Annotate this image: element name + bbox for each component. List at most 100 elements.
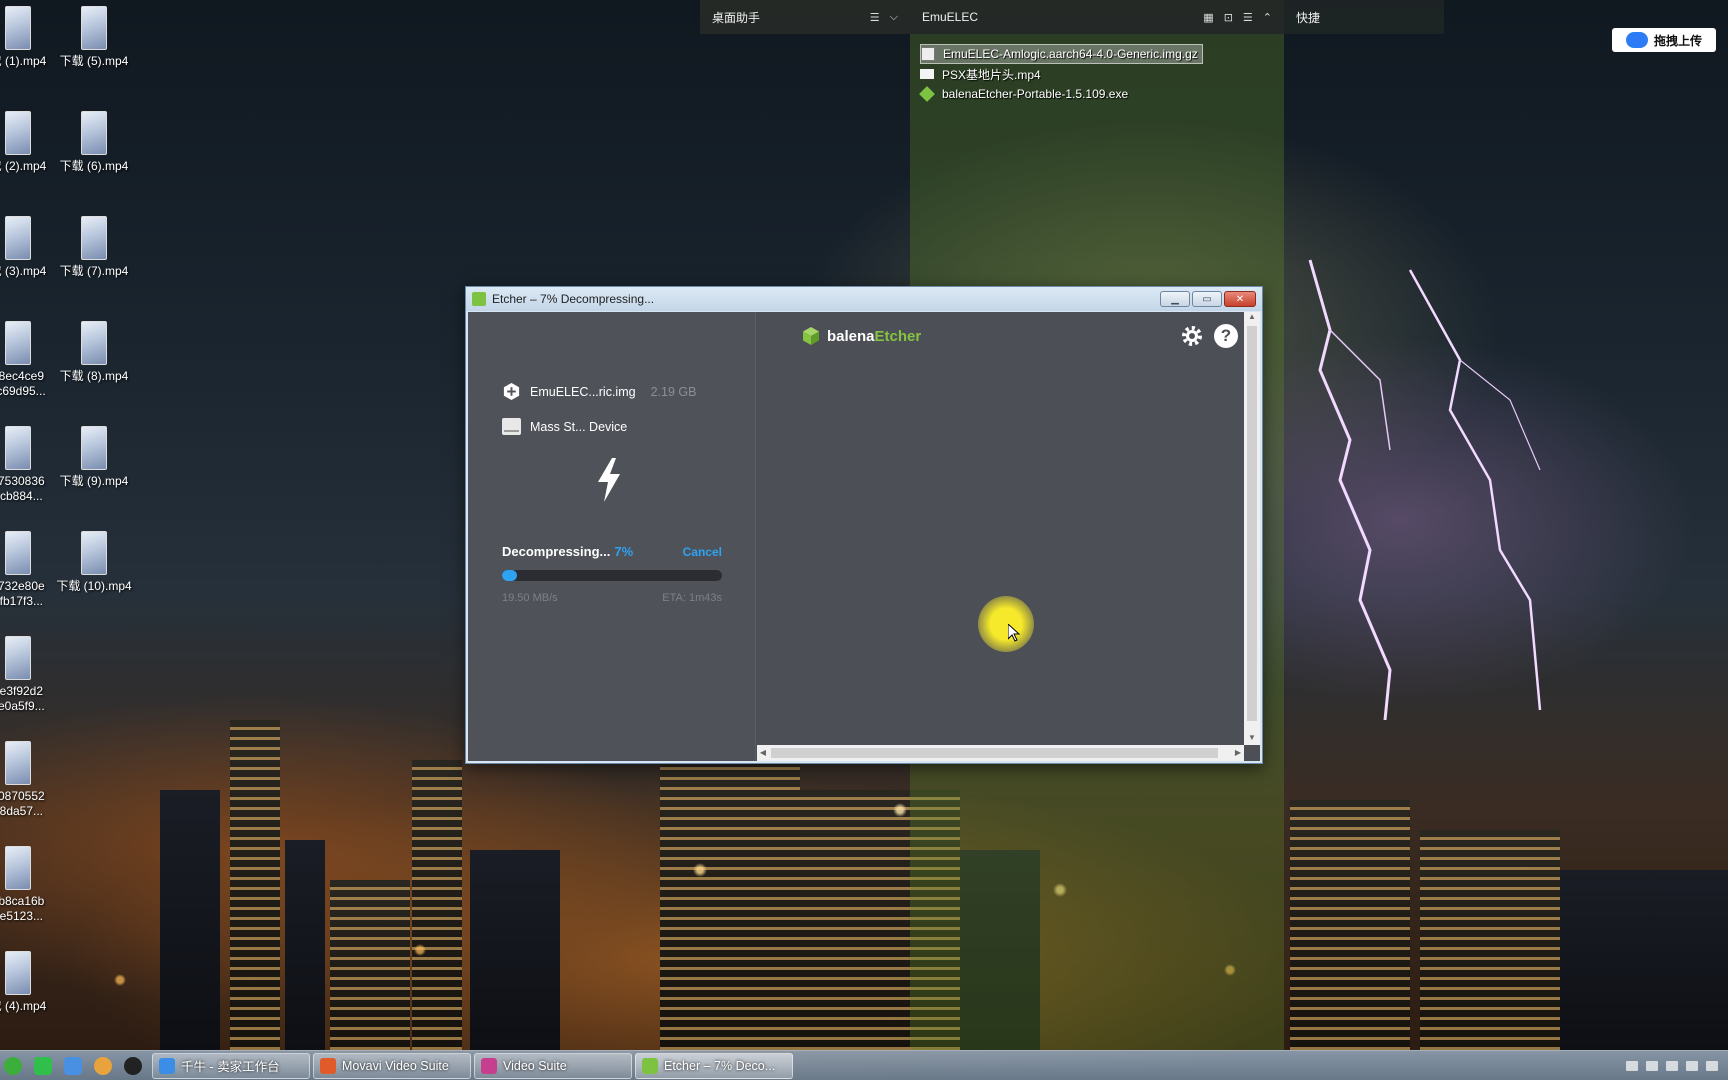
video-thumbnail-icon <box>5 741 31 785</box>
progress-footer: 19.50 MB/s ETA: 1m43s <box>502 592 722 604</box>
taskbar-task-button[interactable]: Movavi Video Suite <box>313 1052 471 1079</box>
upload-label: 拖拽上传 <box>1653 33 1702 48</box>
video-thumbnail-icon <box>81 111 107 155</box>
video-thumbnail-icon <box>5 846 31 890</box>
tray-grip-icon[interactable] <box>1626 1060 1638 1071</box>
help-icon[interactable]: ? <box>1214 324 1238 348</box>
drive-icon <box>502 418 521 435</box>
desktop-file-icon[interactable]: d8ec4ce9 cc69d95... <box>0 321 56 399</box>
etcher-window[interactable]: Etcher – 7% Decompressing... ▁ ▭ ✕ EmuEL… <box>465 286 1263 764</box>
maximize-button[interactable]: ▭ <box>1192 291 1222 307</box>
source-image-name: EmuELEC...ric.img <box>530 384 636 399</box>
browser-icon[interactable] <box>94 1056 112 1075</box>
desktop-file-label: 2b8ca16b de5123... <box>0 894 45 923</box>
task-label: Movavi Video Suite <box>342 1058 449 1073</box>
progress-header: Decompressing... 7% Cancel <box>502 544 722 559</box>
scroll-right-arrow[interactable]: ▶ <box>1232 745 1244 761</box>
video-thumbnail-icon <box>81 531 107 575</box>
desktop-file-icon[interactable]: d7530836 ecb884... <box>0 426 56 504</box>
progress-bar <box>502 570 722 581</box>
grid-view-icon[interactable]: ▦ <box>1203 11 1213 24</box>
etcher-flash-panel: EmuELEC...ric.img 2.19 GB Mass St... Dev… <box>468 312 756 761</box>
video-file-icon <box>920 69 934 79</box>
keyboard-icon[interactable] <box>1646 1060 1658 1071</box>
video-thumbnail-icon <box>81 321 107 365</box>
screenshot-icon[interactable] <box>64 1056 82 1075</box>
cancel-button[interactable]: Cancel <box>683 545 722 559</box>
desktop-file-icon[interactable]: 下载 (9).mp4 <box>56 426 132 489</box>
baidu-drag-upload-button[interactable]: 拖拽上传 <box>1612 28 1716 52</box>
video-thumbnail-icon <box>5 636 31 680</box>
taskbar-task-button[interactable]: 千牛 - 卖家工作台 <box>152 1052 310 1079</box>
fence-panel-shortcuts[interactable]: 快捷 <box>1284 0 1444 34</box>
task-app-icon <box>320 1057 336 1074</box>
progress-percent: 7% <box>614 544 634 559</box>
wechat-icon[interactable] <box>34 1056 52 1075</box>
desktop-file-icon[interactable]: 载 (2).mp4 <box>0 111 56 174</box>
desktop-file-label: 20870552 88da57... <box>0 789 45 818</box>
target-drive-row[interactable]: Mass St... Device <box>502 418 627 435</box>
progress-bar-fill <box>502 570 518 581</box>
scroll-down-arrow[interactable]: ▼ <box>1244 733 1260 745</box>
desktop-file-icon[interactable]: 下载 (5).mp4 <box>56 6 132 69</box>
scrollbar-thumb[interactable] <box>1247 326 1257 721</box>
video-thumbnail-icon <box>5 321 31 365</box>
fence-title: 桌面助手 <box>712 10 761 25</box>
lock-icon[interactable]: ⊡ <box>1224 11 1233 24</box>
qq-icon[interactable] <box>124 1056 142 1075</box>
taskbar-task-button[interactable]: Video Suite <box>474 1052 632 1079</box>
etcher-app-icon <box>472 292 486 306</box>
start-icon[interactable] <box>4 1056 22 1075</box>
network-icon[interactable] <box>1666 1060 1678 1071</box>
desktop-file-label: 下载 (9).mp4 <box>59 474 129 488</box>
task-app-icon <box>159 1057 175 1074</box>
window-titlebar[interactable]: Etcher – 7% Decompressing... ▁ ▭ ✕ <box>466 287 1262 311</box>
desktop-file-icon[interactable]: 载 (3).mp4 <box>0 216 56 279</box>
archive-icon <box>921 47 935 61</box>
desktop-file-icon[interactable]: 20870552 88da57... <box>0 741 56 819</box>
desktop-file-label: d8ec4ce9 cc69d95... <box>0 369 46 398</box>
desktop-file-icon[interactable]: be3f92d2 4e0a5f9... <box>0 636 56 714</box>
scroll-up-arrow[interactable]: ▲ <box>1244 312 1260 324</box>
image-plus-icon <box>503 382 520 401</box>
settings-gear-icon[interactable] <box>1180 324 1204 348</box>
desktop-file-icon[interactable]: 载 (4).mp4 <box>0 951 56 1014</box>
desktop-file-label: 下载 (8).mp4 <box>59 369 129 383</box>
horizontal-scrollbar[interactable]: ◀ ▶ <box>757 745 1244 761</box>
scrollbar-thumb[interactable] <box>771 748 1218 758</box>
desktop-file-icon[interactable]: 下载 (6).mp4 <box>56 111 132 174</box>
chevron-down-icon[interactable]: ⌵ <box>890 11 898 24</box>
fence-file-item[interactable]: EmuELEC-Amlogic.aarch64-4.0-Generic.img.… <box>920 44 1203 64</box>
fence-file-item[interactable]: PSX基地片头.mp4 <box>910 64 1284 84</box>
signal-icon[interactable] <box>1706 1060 1718 1071</box>
file-name: balenaEtcher-Portable-1.5.109.exe <box>942 87 1129 101</box>
menu-icon[interactable]: ☰ <box>870 11 880 24</box>
chevron-up-icon[interactable]: ⌃ <box>1263 11 1272 24</box>
task-app-icon <box>481 1057 497 1074</box>
fence-title: 快捷 <box>1296 10 1321 25</box>
progress-status: Decompressing... <box>502 544 611 559</box>
taskbar-task-button[interactable]: Etcher – 7% Deco... <box>635 1052 793 1079</box>
fence-file-item[interactable]: balenaEtcher-Portable-1.5.109.exe <box>910 84 1284 104</box>
video-thumbnail-icon <box>5 6 31 50</box>
desktop-file-icon[interactable]: 下载 (7).mp4 <box>56 216 132 279</box>
menu-icon[interactable]: ☰ <box>1243 11 1253 24</box>
desktop-file-icon[interactable]: 下载 (10).mp4 <box>56 531 132 594</box>
source-image-row[interactable]: EmuELEC...ric.img 2.19 GB <box>502 382 696 401</box>
file-name: PSX基地片头.mp4 <box>942 67 1041 82</box>
desktop-file-icon[interactable]: 2b8ca16b de5123... <box>0 846 56 924</box>
vertical-scrollbar[interactable]: ▲ ▼ <box>1244 312 1260 745</box>
tray-expand-icon[interactable] <box>1686 1060 1698 1071</box>
desktop-file-label: 载 (1).mp4 <box>0 54 47 68</box>
fence-panel-desktop-assistant[interactable]: 桌面助手 ☰ ⌵ <box>700 0 910 34</box>
desktop-file-icon[interactable]: 载 (1).mp4 <box>0 6 56 69</box>
desktop-file-icon[interactable]: 4732e80e 3fb17f3... <box>0 531 56 609</box>
balena-etcher-logo: balena Etcher <box>801 326 921 346</box>
scroll-left-arrow[interactable]: ◀ <box>757 745 769 761</box>
desktop-file-icon[interactable]: 下载 (8).mp4 <box>56 321 132 384</box>
close-button[interactable]: ✕ <box>1224 291 1256 307</box>
desktop-file-label: 4732e80e 3fb17f3... <box>0 579 45 608</box>
fence-panel-emuelec[interactable]: EmuELEC ▦ ⊡ ☰ ⌃ <box>910 0 1284 34</box>
etcher-main-panel: balena Etcher ? <box>757 312 1244 745</box>
minimize-button[interactable]: ▁ <box>1160 291 1190 307</box>
